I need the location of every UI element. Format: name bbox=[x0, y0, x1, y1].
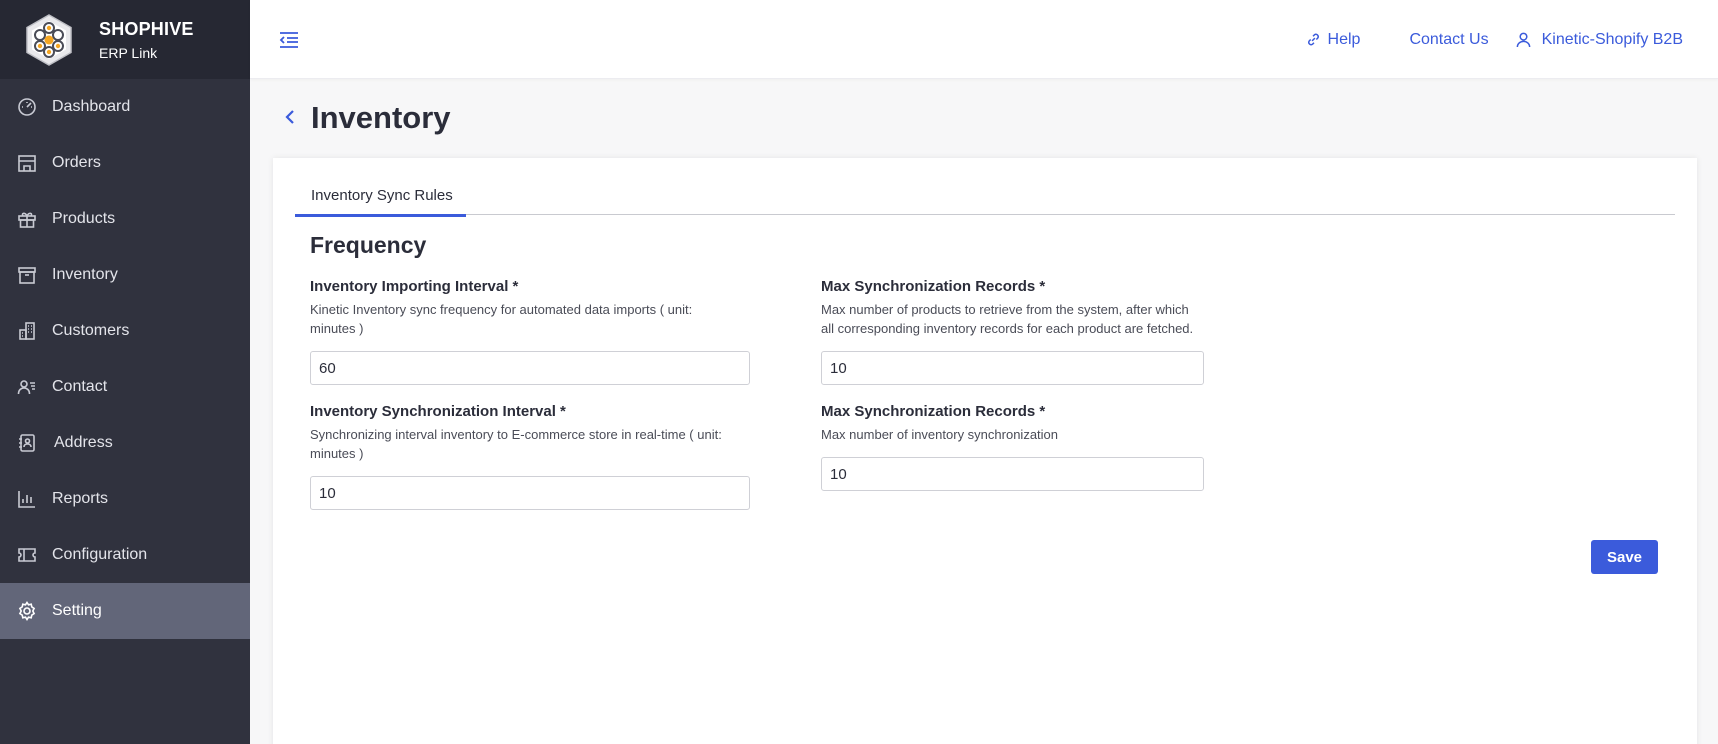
sidebar-item-label: Products bbox=[52, 210, 116, 227]
collapse-menu-icon[interactable] bbox=[278, 29, 300, 51]
buildings-icon bbox=[16, 320, 38, 342]
help-label: Help bbox=[1327, 30, 1361, 48]
contact-us-link[interactable]: Contact Us bbox=[1409, 31, 1488, 49]
sidebar-item-contact[interactable]: Contact bbox=[0, 359, 250, 415]
sync-interval-input[interactable] bbox=[310, 476, 750, 510]
user-name: Kinetic-Shopify B2B bbox=[1541, 30, 1683, 48]
topbar: Help Contact Us Kinetic-Shopify B2B bbox=[250, 0, 1718, 79]
sidebar-item-label: Address bbox=[54, 434, 113, 451]
max-sync-records-field: Max Synchronization Records * Max number… bbox=[821, 278, 1204, 385]
top-links: Help Contact Us Kinetic-Shopify B2B bbox=[1306, 0, 1683, 79]
gift-icon bbox=[16, 208, 38, 230]
contact-us-label: Contact Us bbox=[1409, 30, 1489, 48]
store-icon bbox=[16, 152, 38, 174]
sidebar-item-label: Setting bbox=[52, 602, 102, 619]
contact-card-icon bbox=[16, 376, 38, 398]
ticket-icon bbox=[16, 544, 38, 566]
importing-interval-field: Inventory Importing Interval * Kinetic I… bbox=[310, 278, 750, 385]
field-help: Max number of inventory synchronization bbox=[821, 427, 1059, 442]
sidebar-item-label: Inventory bbox=[52, 266, 118, 283]
sidebar: SHOPHIVE ERP Link Dashboard Orders Produ… bbox=[0, 0, 250, 744]
sidebar-item-label: Customers bbox=[52, 322, 130, 339]
dashboard-icon bbox=[16, 96, 38, 118]
field-label: Inventory Synchronization Interval * bbox=[310, 403, 566, 420]
brand[interactable]: SHOPHIVE ERP Link bbox=[0, 0, 250, 79]
page-title: Inventory bbox=[311, 100, 451, 135]
gear-icon bbox=[16, 600, 38, 622]
shophive-logo-icon bbox=[22, 13, 76, 67]
sidebar-item-customers[interactable]: Customers bbox=[0, 303, 250, 359]
back-chevron-icon[interactable] bbox=[283, 108, 301, 128]
sidebar-item-setting[interactable]: Setting bbox=[0, 583, 250, 639]
sidebar-item-label: Orders bbox=[52, 154, 101, 171]
field-label: Max Synchronization Records * bbox=[821, 403, 1046, 420]
brand-subtitle: ERP Link bbox=[99, 44, 158, 61]
save-button[interactable]: Save bbox=[1591, 540, 1658, 574]
sidebar-item-products[interactable]: Products bbox=[0, 191, 250, 247]
field-help: Synchronizing interval inventory to E-co… bbox=[310, 427, 722, 461]
importing-interval-input[interactable] bbox=[310, 351, 750, 385]
page-header: Inventory bbox=[283, 100, 451, 136]
brand-title: SHOPHIVE bbox=[99, 18, 194, 39]
sidebar-item-label: Contact bbox=[52, 378, 108, 395]
section-title: Frequency bbox=[310, 232, 427, 258]
link-icon bbox=[1307, 33, 1319, 46]
max-inventory-sync-records-input[interactable] bbox=[821, 457, 1204, 491]
tab-bar: Inventory Sync Rules bbox=[295, 186, 1675, 217]
user-menu[interactable]: Kinetic-Shopify B2B bbox=[1515, 31, 1683, 49]
sync-interval-field: Inventory Synchronization Interval * Syn… bbox=[310, 403, 750, 510]
field-label: Max Synchronization Records * bbox=[821, 278, 1046, 295]
help-link[interactable]: Help bbox=[1306, 30, 1361, 49]
sidebar-item-label: Reports bbox=[52, 490, 109, 507]
tab-inventory-sync-rules[interactable]: Inventory Sync Rules bbox=[295, 186, 466, 217]
sidebar-item-address[interactable]: Address bbox=[0, 415, 250, 471]
sidebar-item-configuration[interactable]: Configuration bbox=[0, 527, 250, 583]
sidebar-item-reports[interactable]: Reports bbox=[0, 471, 250, 527]
sidebar-item-orders[interactable]: Orders bbox=[0, 135, 250, 191]
field-help: Max number of products to retrieve from … bbox=[821, 302, 1194, 336]
max-inventory-sync-records-field: Max Synchronization Records * Max number… bbox=[821, 403, 1204, 491]
settings-card: Inventory Sync Rules Frequency Inventory… bbox=[273, 158, 1697, 744]
field-label: Inventory Importing Interval * bbox=[310, 278, 519, 295]
sidebar-item-dashboard[interactable]: Dashboard bbox=[0, 79, 250, 135]
user-icon bbox=[1516, 32, 1530, 48]
max-sync-records-input[interactable] bbox=[821, 351, 1204, 385]
archive-icon bbox=[16, 264, 38, 286]
address-book-icon bbox=[16, 432, 38, 454]
field-help: Kinetic Inventory sync frequency for aut… bbox=[310, 302, 693, 336]
sidebar-nav: Dashboard Orders Products Inventory Cust… bbox=[0, 79, 250, 639]
sidebar-item-inventory[interactable]: Inventory bbox=[0, 247, 250, 303]
sidebar-item-label: Configuration bbox=[52, 546, 148, 563]
bar-chart-icon bbox=[16, 488, 38, 510]
sidebar-item-label: Dashboard bbox=[52, 98, 131, 115]
